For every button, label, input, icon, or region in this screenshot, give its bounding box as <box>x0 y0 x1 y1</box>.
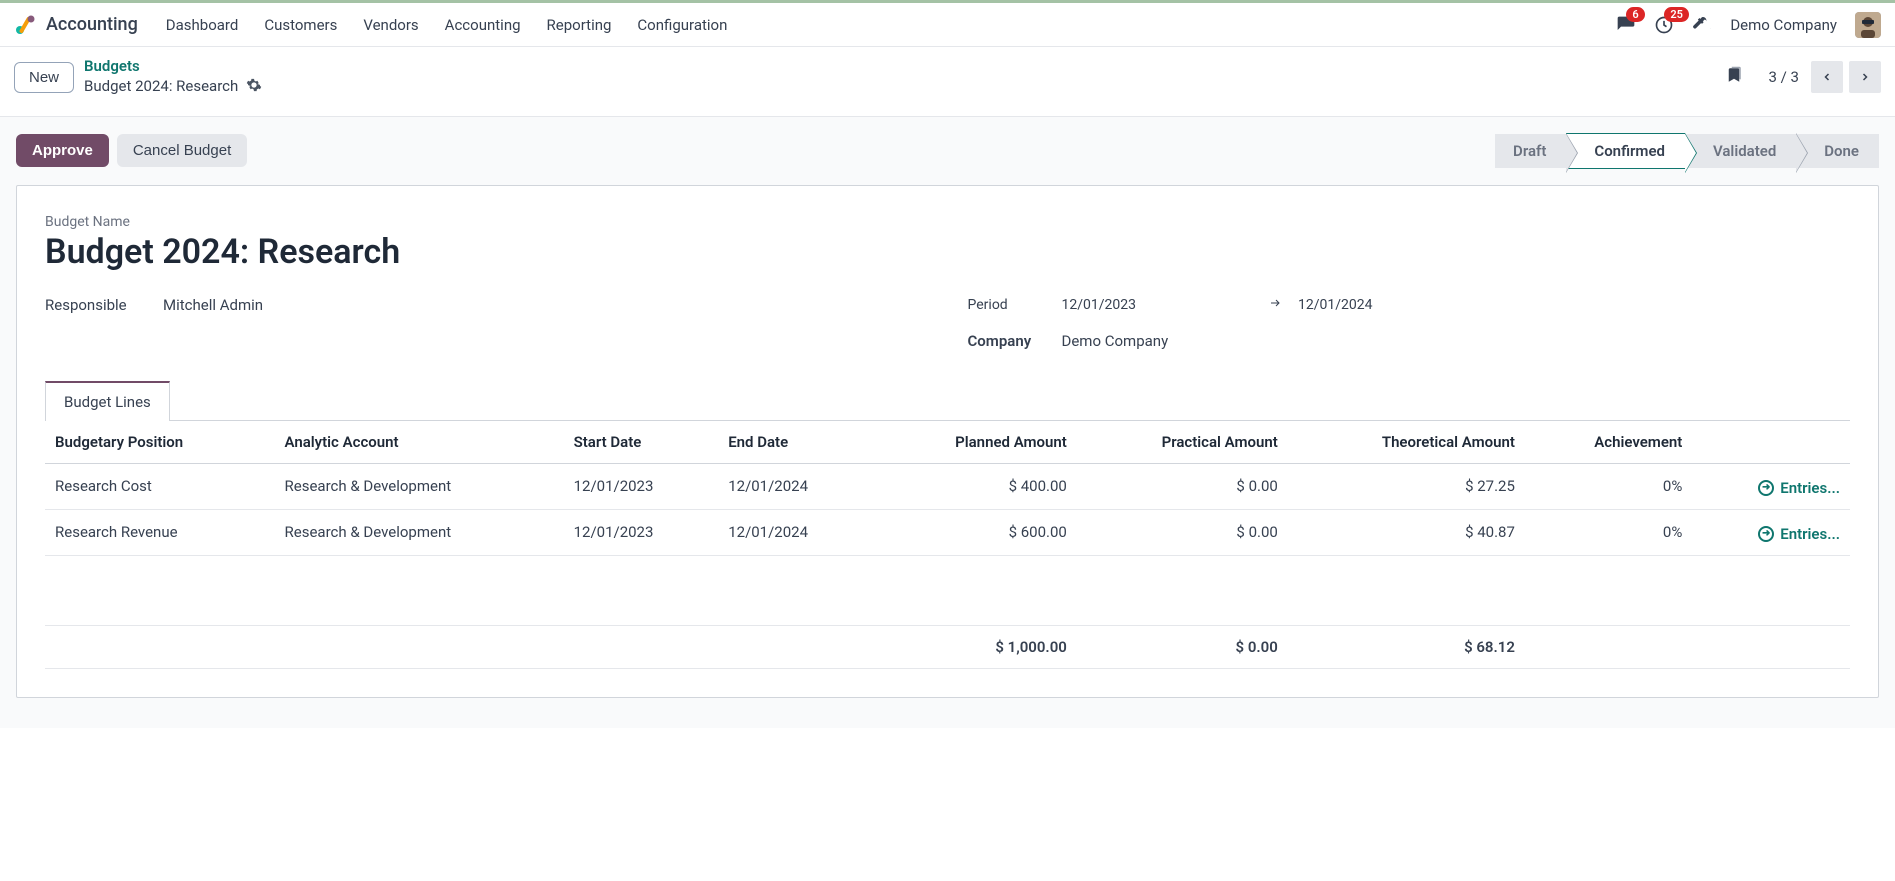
cell-analytic[interactable]: Research & Development <box>275 509 564 555</box>
cell-end[interactable]: 12/01/2024 <box>718 509 873 555</box>
tab-budget-lines[interactable]: Budget Lines <box>45 381 170 421</box>
approve-button[interactable]: Approve <box>16 134 109 167</box>
app-logo-icon <box>14 14 36 36</box>
pager-text[interactable]: 3 / 3 <box>1769 68 1800 86</box>
nav-customers[interactable]: Customers <box>264 16 337 34</box>
breadcrumb-current: Budget 2024: Research <box>84 77 238 97</box>
new-button[interactable]: New <box>14 62 74 93</box>
cell-achievement[interactable]: 0% <box>1525 463 1692 509</box>
messages-badge: 6 <box>1626 7 1644 22</box>
cell-start[interactable]: 12/01/2023 <box>564 509 719 555</box>
nav-vendors[interactable]: Vendors <box>363 16 418 34</box>
entries-label: Entries... <box>1780 525 1840 543</box>
col-analytic[interactable]: Analytic Account <box>275 421 564 464</box>
period-from[interactable]: 12/01/2023 <box>1062 297 1137 313</box>
app-name[interactable]: Accounting <box>46 14 138 35</box>
status-confirmed[interactable]: Confirmed <box>1566 133 1685 169</box>
tools-icon[interactable] <box>1692 13 1712 37</box>
control-panel: New Budgets Budget 2024: Research 3 / 3 <box>0 47 1895 117</box>
status-bar: Draft Confirmed Validated Done <box>1495 133 1879 169</box>
gear-icon[interactable] <box>246 77 262 98</box>
total-practical: $ 0.00 <box>1077 625 1288 668</box>
table-row[interactable]: Research Revenue Research & Development … <box>45 509 1850 555</box>
pager-next-button[interactable] <box>1849 61 1881 93</box>
cell-position[interactable]: Research Cost <box>45 463 275 509</box>
table-row[interactable]: Research Cost Research & Development 12/… <box>45 463 1850 509</box>
table-totals-row: $ 1,000.00 $ 0.00 $ 68.12 <box>45 625 1850 668</box>
cell-end[interactable]: 12/01/2024 <box>718 463 873 509</box>
cancel-budget-button[interactable]: Cancel Budget <box>117 134 247 167</box>
form-sheet: Budget Name Budget 2024: Research Respon… <box>16 185 1879 698</box>
arrow-circle-right-icon: ➜ <box>1758 526 1774 542</box>
user-avatar[interactable] <box>1855 12 1881 38</box>
cell-practical[interactable]: $ 0.00 <box>1077 509 1288 555</box>
cell-start[interactable]: 12/01/2023 <box>564 463 719 509</box>
total-theoretical: $ 68.12 <box>1288 625 1525 668</box>
activities-icon[interactable]: 25 <box>1654 15 1674 35</box>
arrow-right-icon <box>1266 297 1284 313</box>
status-validated[interactable]: Validated <box>1685 134 1796 168</box>
budget-name-label: Budget Name <box>45 214 1850 230</box>
col-achievement[interactable]: Achievement <box>1525 421 1692 464</box>
tabs: Budget Lines <box>45 380 1850 421</box>
col-theoretical[interactable]: Theoretical Amount <box>1288 421 1525 464</box>
cell-planned[interactable]: $ 400.00 <box>873 463 1077 509</box>
arrow-circle-right-icon: ➜ <box>1758 480 1774 496</box>
cell-achievement[interactable]: 0% <box>1525 509 1692 555</box>
company-switcher[interactable]: Demo Company <box>1730 16 1837 34</box>
cell-theoretical[interactable]: $ 40.87 <box>1288 509 1525 555</box>
entries-link[interactable]: ➜ Entries... <box>1758 525 1840 543</box>
status-draft[interactable]: Draft <box>1495 134 1566 168</box>
period-to[interactable]: 12/01/2024 <box>1298 297 1373 313</box>
cell-practical[interactable]: $ 0.00 <box>1077 463 1288 509</box>
col-end[interactable]: End Date <box>718 421 873 464</box>
col-start[interactable]: Start Date <box>564 421 719 464</box>
bookmark-icon[interactable] <box>1725 65 1743 89</box>
status-done[interactable]: Done <box>1796 134 1879 168</box>
entries-label: Entries... <box>1780 479 1840 497</box>
action-bar: Approve Cancel Budget Draft Confirmed Va… <box>0 117 1895 185</box>
company-value[interactable]: Demo Company <box>1062 332 1169 350</box>
nav-configuration[interactable]: Configuration <box>637 16 727 34</box>
col-position[interactable]: Budgetary Position <box>45 421 275 464</box>
responsible-value[interactable]: Mitchell Admin <box>163 296 263 314</box>
breadcrumb-parent[interactable]: Budgets <box>84 57 262 77</box>
responsible-label: Responsible <box>45 296 145 314</box>
entries-link[interactable]: ➜ Entries... <box>1758 479 1840 497</box>
nav-dashboard[interactable]: Dashboard <box>166 16 239 34</box>
budget-name-value[interactable]: Budget 2024: Research <box>45 232 1850 272</box>
total-planned: $ 1,000.00 <box>873 625 1077 668</box>
col-planned[interactable]: Planned Amount <box>873 421 1077 464</box>
nav-reporting[interactable]: Reporting <box>547 16 612 34</box>
pager: 3 / 3 <box>1725 61 1882 93</box>
company-label: Company <box>968 332 1044 350</box>
pager-prev-button[interactable] <box>1811 61 1843 93</box>
top-nav-right: 6 25 Demo Company <box>1616 12 1881 38</box>
budget-lines-table: Budgetary Position Analytic Account Star… <box>45 421 1850 669</box>
top-nav: Accounting Dashboard Customers Vendors A… <box>0 3 1895 47</box>
col-practical[interactable]: Practical Amount <box>1077 421 1288 464</box>
cell-theoretical[interactable]: $ 27.25 <box>1288 463 1525 509</box>
nav-menu: Dashboard Customers Vendors Accounting R… <box>166 16 728 34</box>
cell-position[interactable]: Research Revenue <box>45 509 275 555</box>
cell-analytic[interactable]: Research & Development <box>275 463 564 509</box>
period-label: Period <box>968 297 1044 313</box>
messages-icon[interactable]: 6 <box>1616 15 1636 35</box>
cell-planned[interactable]: $ 600.00 <box>873 509 1077 555</box>
nav-accounting[interactable]: Accounting <box>445 16 521 34</box>
breadcrumb: Budgets Budget 2024: Research <box>84 57 262 98</box>
activities-badge: 25 <box>1664 7 1689 22</box>
